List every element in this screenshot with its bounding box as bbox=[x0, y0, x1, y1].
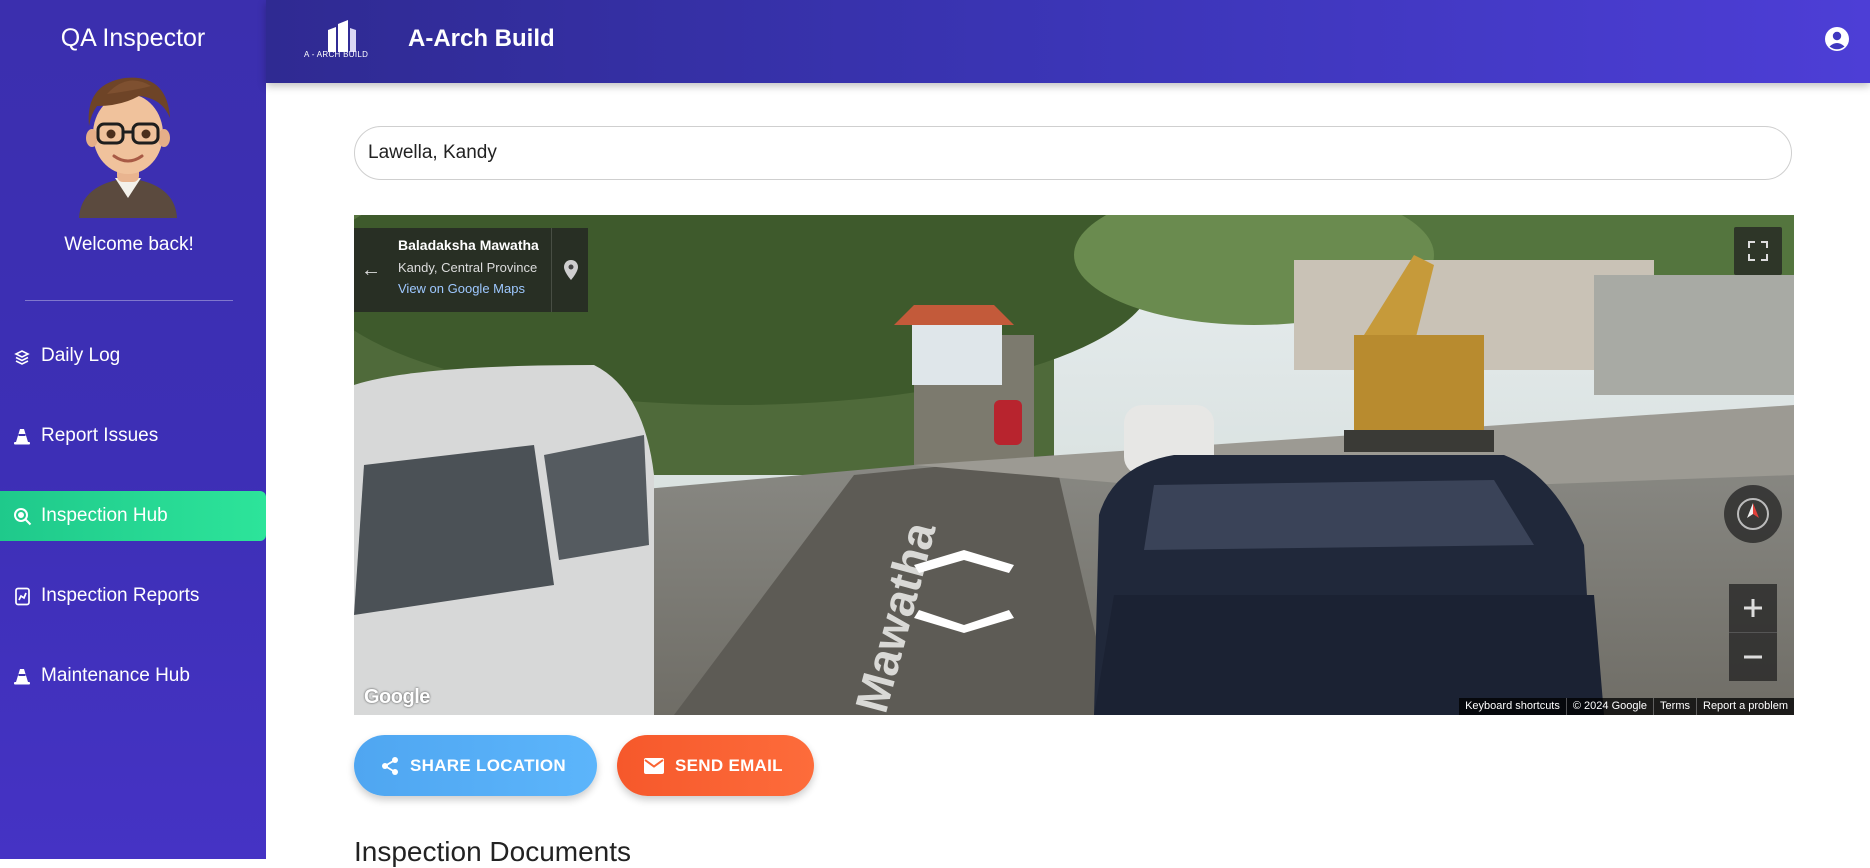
sidebar: QA Inspector Welcome back! Daily Log Rep… bbox=[0, 0, 266, 859]
fullscreen-button[interactable] bbox=[1734, 227, 1782, 275]
street-view-info-card: ← Baladaksha Mawatha Kandy, Central Prov… bbox=[354, 228, 588, 312]
top-app-bar: A - ARCH BUILD A-Arch Build bbox=[266, 0, 1870, 83]
location-pin-icon[interactable] bbox=[551, 228, 589, 312]
traffic-cone-icon bbox=[12, 666, 32, 686]
sidebar-item-daily-log[interactable]: Daily Log bbox=[0, 331, 266, 381]
report-icon bbox=[12, 586, 32, 606]
plus-icon bbox=[1744, 599, 1762, 617]
sidebar-item-inspection-hub[interactable]: Inspection Hub bbox=[0, 491, 266, 541]
sidebar-item-maintenance-hub[interactable]: Maintenance Hub bbox=[0, 651, 266, 701]
street-view-panorama[interactable]: Mawatha ← Baladaksha Mawatha Kandy, Cent… bbox=[354, 215, 1794, 715]
mail-icon bbox=[643, 757, 665, 775]
compass-icon bbox=[1737, 498, 1769, 530]
sidebar-item-label: Report Issues bbox=[41, 425, 159, 446]
search-icon bbox=[12, 506, 32, 526]
zoom-out-button[interactable] bbox=[1729, 633, 1777, 681]
location-search-input[interactable] bbox=[354, 126, 1792, 180]
share-location-label: SHARE LOCATION bbox=[410, 755, 566, 775]
brand-title: A-Arch Build bbox=[408, 25, 555, 52]
copyright-text: © 2024 Google bbox=[1565, 698, 1653, 715]
sidebar-item-label: Maintenance Hub bbox=[41, 665, 190, 686]
view-on-google-maps-link[interactable]: View on Google Maps bbox=[398, 281, 525, 296]
sidebar-item-report-issues[interactable]: Report Issues bbox=[0, 411, 266, 461]
street-name: Baladaksha Mawatha bbox=[398, 237, 539, 253]
share-location-button[interactable]: SHARE LOCATION bbox=[354, 735, 597, 796]
send-email-button[interactable]: SEND EMAIL bbox=[617, 735, 814, 796]
minus-icon bbox=[1744, 655, 1762, 659]
compass-button[interactable] bbox=[1724, 485, 1782, 543]
account-circle-icon[interactable] bbox=[1824, 26, 1850, 52]
sidebar-item-label: Inspection Hub bbox=[41, 505, 168, 526]
back-arrow-icon[interactable]: ← bbox=[354, 228, 388, 312]
zoom-in-button[interactable] bbox=[1729, 584, 1777, 633]
avatar bbox=[79, 77, 177, 218]
logo-text: A - ARCH BUILD bbox=[304, 50, 369, 59]
sidebar-item-inspection-reports[interactable]: Inspection Reports bbox=[0, 571, 266, 621]
map-footer: Keyboard shortcuts © 2024 Google Terms R… bbox=[1459, 698, 1794, 715]
google-logo: Google bbox=[364, 686, 430, 708]
sidebar-item-label: Daily Log bbox=[41, 345, 121, 366]
fullscreen-icon bbox=[1748, 241, 1768, 261]
stack-icon bbox=[12, 346, 32, 366]
sidebar-divider bbox=[25, 300, 233, 301]
share-icon bbox=[380, 756, 400, 776]
send-email-label: SEND EMAIL bbox=[675, 755, 783, 775]
inspection-documents-title: Inspection Documents bbox=[354, 836, 632, 867]
sidebar-item-label: Inspection Reports bbox=[41, 585, 200, 606]
welcome-message: Welcome back! bbox=[64, 234, 194, 255]
terms-link[interactable]: Terms bbox=[1653, 698, 1696, 715]
report-problem-link[interactable]: Report a problem bbox=[1696, 698, 1794, 715]
keyboard-shortcuts-link[interactable]: Keyboard shortcuts bbox=[1459, 698, 1566, 715]
sidebar-title: QA Inspector bbox=[60, 24, 206, 52]
street-region: Kandy, Central Province bbox=[398, 260, 538, 275]
traffic-cone-icon bbox=[12, 426, 32, 446]
